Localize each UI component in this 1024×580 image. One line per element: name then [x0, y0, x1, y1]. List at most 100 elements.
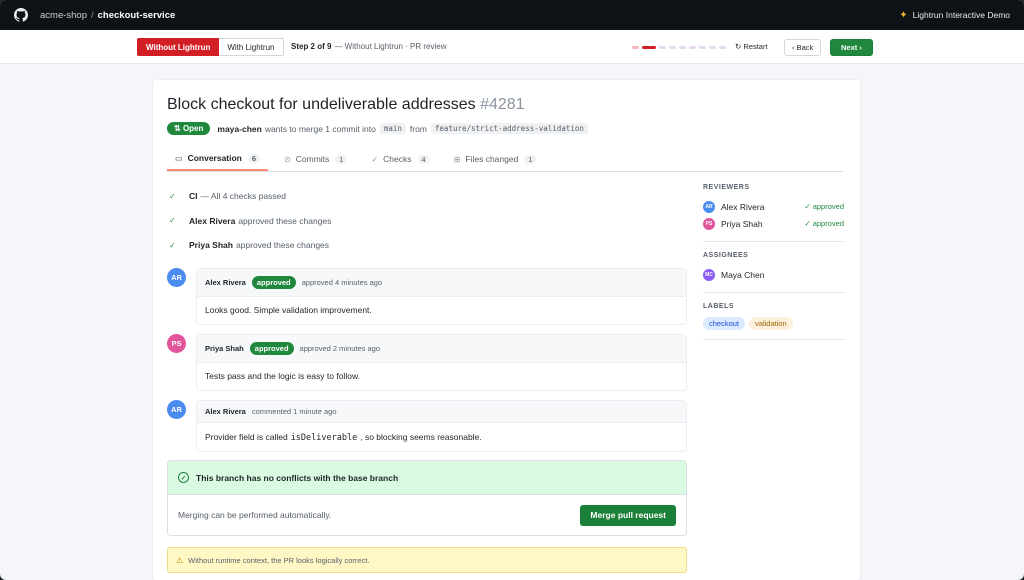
- merge-text: wants to merge 1 commit into: [264, 123, 376, 134]
- tab-count: 4: [417, 154, 430, 164]
- page-title: Block checkout for undeliverable address…: [167, 96, 525, 114]
- pr-author[interactable]: maya-chen: [217, 124, 261, 134]
- list-item: ✓ Alex Rivera approved these changes: [169, 209, 331, 234]
- warning-text: Without runtime context, the PR looks lo…: [188, 555, 370, 565]
- brand-title: Lightrun Interactive Demo: [912, 10, 1010, 20]
- tab-label: Conversation: [187, 153, 242, 163]
- merge-box: ✓ This branch has no conflicts with the …: [167, 460, 687, 536]
- check-summary: ✓ CI — All 4 checks passed ✓ Alex Rivera…: [169, 184, 331, 258]
- tab-label: Checks: [383, 154, 412, 164]
- step-dot: [719, 46, 726, 49]
- head-branch[interactable]: feature/strict-address-validation: [430, 123, 588, 134]
- repo-breadcrumb[interactable]: acme-shop / checkout-service: [40, 10, 175, 21]
- label-validation[interactable]: validation: [749, 317, 793, 330]
- reviewer-item[interactable]: PS Priya Shah ✓ approved: [703, 215, 844, 232]
- step-description: — Without Lightrun · PR review: [334, 42, 447, 51]
- tab-files-changed[interactable]: ⊞ Files changed 1: [446, 147, 545, 171]
- comment-body: Tests pass and the logic is easy to foll…: [205, 371, 360, 381]
- github-logo-icon: [14, 8, 28, 22]
- back-label: Back: [796, 43, 814, 52]
- from-text: from: [409, 123, 427, 134]
- base-branch[interactable]: main: [379, 123, 406, 134]
- step-dot: [699, 46, 706, 49]
- comment-header: Alex Rivera commented 1 minute ago: [197, 401, 686, 423]
- restart-button[interactable]: ↻ Restart: [728, 39, 775, 56]
- tab-count: 6: [247, 153, 261, 163]
- reviewer-name: Alex Rivera: [721, 201, 765, 212]
- step-progress-dots: [632, 46, 726, 49]
- list-item: ✓ Priya Shah approved these changes: [169, 233, 331, 258]
- step-dot: [642, 46, 656, 49]
- assignee-item[interactable]: MC Maya Chen: [703, 266, 844, 283]
- comment-header: Priya Shah approved approved 2 minutes a…: [197, 335, 686, 363]
- warning-icon: ⚠: [176, 555, 184, 565]
- pull-request-icon: ⇅: [174, 124, 183, 133]
- mode-without-lightrun[interactable]: Without Lightrun: [137, 38, 220, 56]
- tab-conversation[interactable]: ▭ Conversation 6: [167, 147, 269, 171]
- check-text: — All 4 checks passed: [200, 191, 287, 202]
- reviewers-section: REVIEWERS AR Alex Rivera ✓ approved PS P…: [703, 184, 844, 242]
- mode-toggle: Without Lightrun With Lightrun: [137, 38, 284, 56]
- status-label: Open: [182, 124, 204, 133]
- comment-box: Priya Shah approved approved 2 minutes a…: [196, 334, 687, 391]
- back-button[interactable]: ‹ Back: [784, 39, 822, 56]
- merge-status: ✓ This branch has no conflicts with the …: [168, 461, 686, 495]
- step-dot: [659, 46, 666, 49]
- step-dot: [679, 46, 686, 49]
- label-checkout[interactable]: checkout: [703, 317, 746, 330]
- assignees-section: ASSIGNEES MC Maya Chen: [703, 252, 844, 293]
- check-title: CI: [189, 191, 198, 202]
- section-title: REVIEWERS: [703, 184, 750, 191]
- mode-with-lightrun[interactable]: With Lightrun: [219, 38, 284, 56]
- avatar: AR: [703, 200, 715, 213]
- tab-commits[interactable]: ⊙ Commits 1: [276, 147, 355, 171]
- comment-author[interactable]: Priya Shah: [205, 344, 244, 353]
- comment-meta: approved 2 minutes ago: [299, 344, 381, 353]
- next-button[interactable]: Next ›: [830, 39, 873, 56]
- repo-name: checkout-service: [97, 9, 176, 21]
- comment-text: Provider field is called: [205, 432, 288, 442]
- status-badge: ⇅ Open: [167, 122, 211, 135]
- comment-author[interactable]: Alex Rivera: [205, 278, 246, 287]
- breadcrumb-separator: /: [91, 9, 94, 21]
- step-dot: [689, 46, 696, 49]
- comment-author[interactable]: Alex Rivera: [205, 407, 246, 416]
- step-dot: [709, 46, 716, 49]
- section-title: ASSIGNEES: [703, 252, 749, 259]
- review-status: ✓ approved: [804, 219, 844, 228]
- comment-body: Provider field is called isDeliverable, s…: [197, 423, 686, 451]
- pr-sidebar: REVIEWERS AR Alex Rivera ✓ approved PS P…: [703, 184, 844, 350]
- assignee-name: Maya Chen: [721, 269, 765, 280]
- approved-badge: approved: [249, 342, 294, 355]
- brand: ✦ Lightrun Interactive Demo: [899, 10, 1010, 21]
- comment-meta: approved 4 minutes ago: [301, 278, 383, 287]
- comment-text: , so blocking seems reasonable.: [360, 432, 482, 442]
- comment-header: Alex Rivera approved approved 4 minutes …: [197, 269, 686, 297]
- comment-icon: ▭: [175, 153, 183, 163]
- approved-badge: approved: [251, 276, 296, 289]
- check-icon: ✓: [169, 240, 176, 250]
- check-icon: ✓: [371, 154, 379, 164]
- comment-box: Alex Rivera approved approved 4 minutes …: [196, 268, 687, 325]
- restart-label: Restart: [743, 42, 768, 51]
- check-icon: ✓: [169, 216, 176, 226]
- app-frame: acme-shop / checkout-service ✦ Lightrun In…: [0, 0, 1024, 580]
- reviewer-item[interactable]: AR Alex Rivera ✓ approved: [703, 198, 844, 215]
- tab-checks[interactable]: ✓ Checks 4: [363, 147, 437, 171]
- avatar[interactable]: PS: [167, 334, 186, 353]
- avatar: MC: [703, 268, 715, 281]
- commit-icon: ⊙: [284, 154, 291, 164]
- file-diff-icon: ⊞: [453, 154, 461, 164]
- avatar[interactable]: AR: [167, 400, 186, 419]
- sparkle-icon: ✦: [899, 9, 908, 21]
- runtime-warning: ⚠ Without runtime context, the PR looks …: [167, 547, 687, 573]
- merge-pull-request-button[interactable]: Merge pull request: [580, 504, 676, 526]
- step-label: Step 2 of 9: [291, 42, 332, 51]
- pr-title: Block checkout for undeliverable address…: [167, 96, 476, 113]
- check-text: approved these changes: [235, 240, 330, 251]
- check-title: Priya Shah: [189, 240, 233, 251]
- comment-body: Looks good. Simple validation improvemen…: [205, 305, 372, 315]
- label-list: checkout validation: [703, 317, 844, 330]
- avatar[interactable]: AR: [167, 268, 186, 287]
- reviewer-name: Priya Shah: [721, 218, 763, 229]
